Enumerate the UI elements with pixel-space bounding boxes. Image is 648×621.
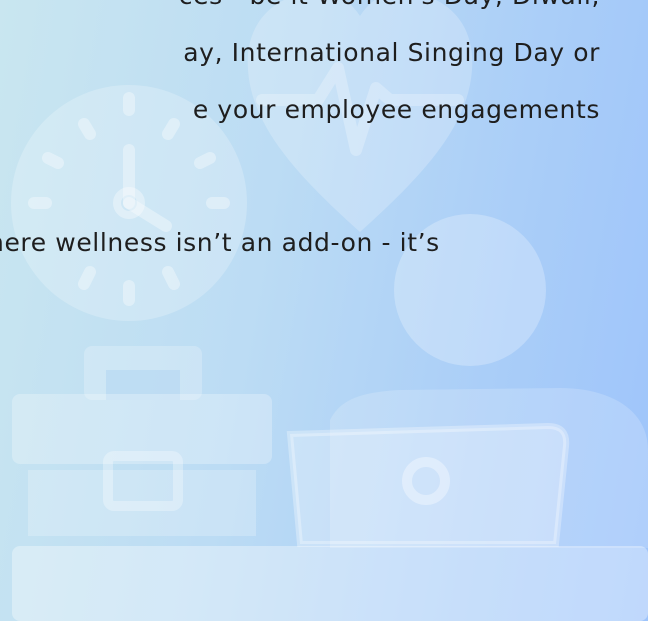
paragraph-line-2: ay, International Singing Day or: [183, 38, 600, 67]
paragraph-line-3: e your employee engagements: [192, 95, 600, 124]
paragraph-line-1: ces - be it Women's Day, Diwali,: [179, 0, 600, 10]
paragraph: ces - be it Women's Day, Diwali, ay, Int…: [0, 0, 648, 621]
paragraph-line-5: here wellness isn’t an add-on - it’s: [0, 228, 440, 257]
